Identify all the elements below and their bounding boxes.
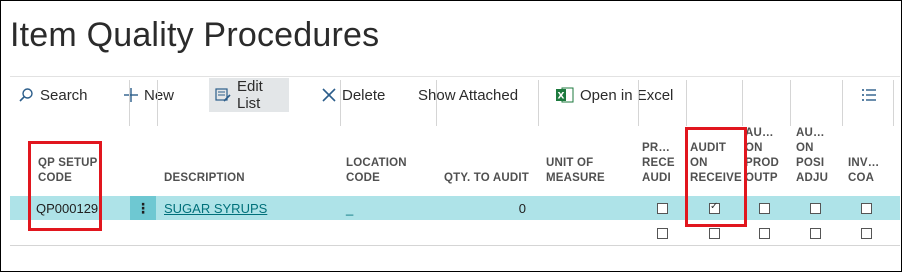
table-row-selected[interactable]: QP000129 ⋮ SUGAR SYRUPS _ 0 [10, 196, 900, 220]
col-header-location-code[interactable]: LOCATION CODE [346, 116, 426, 196]
search-button[interactable]: Search [18, 78, 88, 112]
grid-divider [436, 80, 437, 126]
grid-divider [157, 80, 158, 126]
row-actions-button[interactable]: ⋮ [130, 196, 156, 220]
page-title: Item Quality Procedures [10, 16, 380, 54]
au-on-prod-outp-checkbox-new[interactable] [759, 228, 770, 239]
edit-list-button[interactable]: Edit List [209, 78, 289, 112]
open-in-excel-button[interactable]: X Open in Excel [556, 78, 673, 112]
inv-coa-checkbox[interactable] [861, 203, 872, 214]
col-header-unit-of-measure[interactable]: UNIT OF MEASURE [546, 116, 636, 196]
grid-divider [340, 80, 341, 126]
location-code-cell[interactable]: _ [346, 196, 353, 220]
show-attached-label: Show Attached [418, 86, 519, 104]
table-row-new[interactable] [10, 221, 900, 246]
list-view-icon [862, 89, 876, 101]
list-view-button[interactable] [862, 78, 876, 112]
inv-coa-checkbox-new[interactable] [861, 228, 872, 239]
au-on-posi-adju-checkbox-new[interactable] [810, 228, 821, 239]
col-header-qp-setup-code[interactable]: QP SETUP CODE [38, 116, 118, 196]
delete-icon [322, 88, 336, 102]
description-cell[interactable]: SUGAR SYRUPS [164, 196, 267, 220]
grid-divider [686, 80, 687, 126]
grid-divider [893, 80, 894, 126]
grid-divider [538, 80, 539, 126]
audit-on-receive-checkbox[interactable] [709, 201, 720, 214]
grid-divider [638, 80, 639, 126]
edit-list-label: Edit List [237, 78, 263, 112]
action-toolbar: Search New Edit List Delete Show Attache… [10, 78, 900, 112]
col-header-audit-on-receive[interactable]: AUDIT ON RECEIVE [690, 116, 744, 196]
location-code-value: _ [346, 200, 354, 216]
description-link[interactable]: SUGAR SYRUPS [164, 201, 267, 216]
toolbar-divider [10, 76, 900, 77]
au-on-prod-outp-checkbox[interactable] [759, 203, 770, 214]
new-button[interactable]: New [124, 78, 174, 112]
grid-divider [742, 80, 743, 126]
show-attached-button[interactable]: Show Attached [418, 78, 518, 112]
new-label: New [144, 86, 175, 104]
qp-setup-code-cell[interactable]: QP000129 [36, 196, 116, 220]
search-icon [18, 87, 34, 103]
qty-to-audit-cell[interactable]: 0 [442, 196, 526, 220]
col-header-qty-to-audit[interactable]: QTY. TO AUDIT [442, 116, 532, 196]
search-label: Search [40, 86, 88, 104]
pr-rece-audi-checkbox[interactable] [657, 203, 668, 214]
grid-divider [790, 80, 791, 126]
audit-on-receive-checkbox-new[interactable] [709, 228, 720, 239]
delete-label: Delete [342, 86, 386, 104]
grid-divider [129, 80, 130, 126]
col-header-pr-rece-audi[interactable]: PR… RECE AUDI [642, 116, 686, 196]
grid-divider [842, 80, 843, 126]
excel-icon: X [556, 87, 574, 103]
plus-icon [124, 88, 138, 102]
delete-button[interactable]: Delete [322, 78, 385, 112]
edit-list-icon [215, 87, 231, 103]
pr-rece-audi-checkbox-new[interactable] [657, 228, 668, 239]
au-on-posi-adju-checkbox[interactable] [810, 203, 821, 214]
col-header-au-on-posi-adju[interactable]: AU… ON POSI ADJU [796, 116, 840, 196]
col-header-au-on-prod-outp[interactable]: AU… ON PROD OUTP [745, 116, 789, 196]
svg-text:X: X [558, 92, 565, 102]
open-in-excel-label: Open in Excel [580, 86, 674, 104]
col-header-description[interactable]: DESCRIPTION [164, 116, 334, 196]
col-header-inv-coa[interactable]: INV… COA [848, 116, 892, 196]
